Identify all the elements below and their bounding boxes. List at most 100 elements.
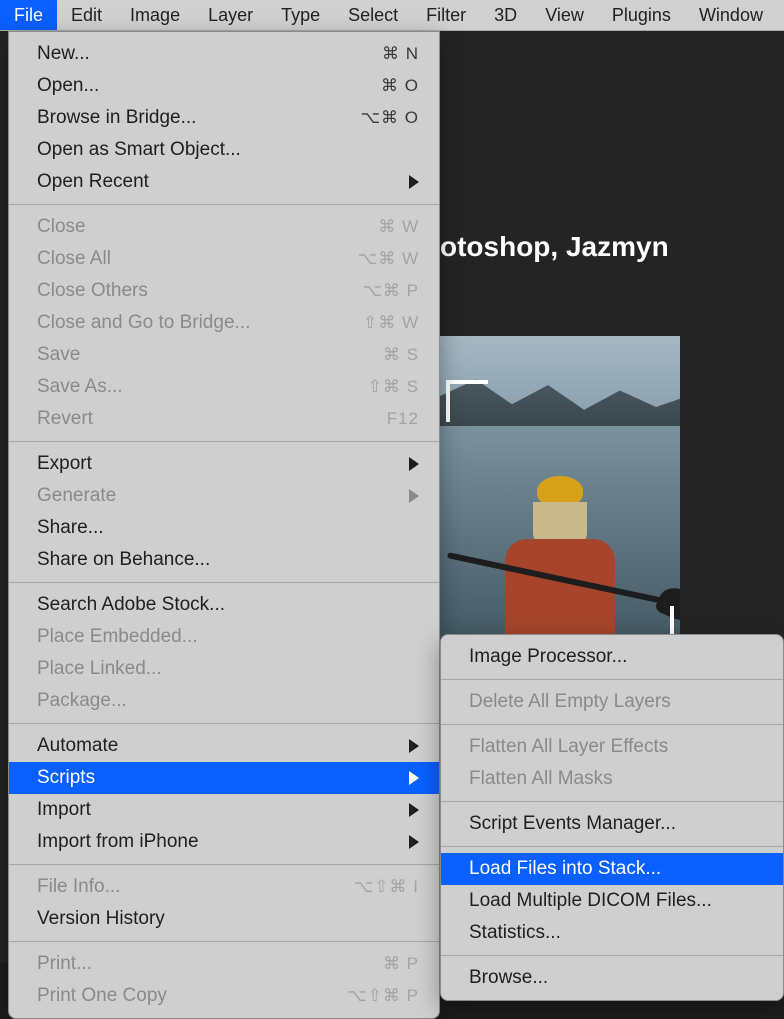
file-menu-item-import-from-iphone[interactable]: Import from iPhone	[9, 826, 439, 858]
menu-item-label: Script Events Manager...	[469, 811, 676, 837]
menu-item-label: Place Linked...	[37, 656, 162, 682]
menubar-item-image[interactable]: Image	[116, 0, 194, 30]
file-menu-item-version-history[interactable]: Version History	[9, 903, 439, 935]
scripts-menu-item-script-events-manager[interactable]: Script Events Manager...	[441, 808, 783, 840]
submenu-arrow-icon	[409, 457, 419, 471]
menu-item-shortcut: ⌥⌘ W	[358, 246, 419, 272]
menu-item-label: Search Adobe Stock...	[37, 592, 225, 618]
submenu-arrow-icon	[409, 771, 419, 785]
file-menu-item-open-recent[interactable]: Open Recent	[9, 166, 439, 198]
scripts-menu-item-separator	[441, 846, 783, 847]
menubar-item-edit[interactable]: Edit	[57, 0, 116, 30]
file-menu-item-close: Close⌘ W	[9, 211, 439, 243]
scripts-menu-item-load-multiple-dicom-files[interactable]: Load Multiple DICOM Files...	[441, 885, 783, 917]
menu-item-label: File Info...	[37, 874, 120, 900]
menu-item-label: Load Files into Stack...	[469, 856, 661, 882]
file-menu-item-separator	[9, 204, 439, 205]
crop-corner-tl-icon	[446, 380, 488, 422]
file-menu-item-revert: Revert F12	[9, 403, 439, 435]
file-menu-item-separator	[9, 723, 439, 724]
file-menu-item-place-linked: Place Linked...	[9, 653, 439, 685]
menu-item-shortcut: F12	[387, 406, 419, 432]
file-menu-item-share-on-behance[interactable]: Share on Behance...	[9, 544, 439, 576]
file-menu-item-new[interactable]: New...⌘ N	[9, 38, 439, 70]
menu-item-label: Flatten All Masks	[469, 766, 613, 792]
menu-item-label: Load Multiple DICOM Files...	[469, 888, 712, 914]
file-menu-item-print-one-copy: Print One Copy ⌥⇧⌘ P	[9, 980, 439, 1012]
menu-item-shortcut: ⌥⇧⌘ P	[347, 983, 419, 1009]
file-menu-item-export[interactable]: Export	[9, 448, 439, 480]
menu-item-label: Browse...	[469, 965, 548, 991]
scripts-menu-item-image-processor[interactable]: Image Processor...	[441, 641, 783, 673]
menu-item-label: Place Embedded...	[37, 624, 198, 650]
file-menu-item-generate: Generate	[9, 480, 439, 512]
submenu-arrow-icon	[409, 803, 419, 817]
scripts-menu-item-load-files-into-stack[interactable]: Load Files into Stack...	[441, 853, 783, 885]
menubar-item-layer[interactable]: Layer	[194, 0, 267, 30]
file-menu-item-print: Print... ⌘ P	[9, 948, 439, 980]
file-menu: New...⌘ NOpen...⌘ OBrowse in Bridge...⌥⌘…	[8, 31, 440, 1019]
menubar-item-type[interactable]: Type	[267, 0, 334, 30]
menu-item-shortcut: ⌘ P	[383, 951, 419, 977]
menu-item-label: Share...	[37, 515, 104, 541]
scripts-menu-item-statistics[interactable]: Statistics...	[441, 917, 783, 949]
menubar-item-window[interactable]: Window	[685, 0, 777, 30]
file-menu-item-open[interactable]: Open... ⌘ O	[9, 70, 439, 102]
menubar-item-select[interactable]: Select	[334, 0, 412, 30]
file-menu-item-file-info: File Info... ⌥⇧⌘ I	[9, 871, 439, 903]
menu-item-shortcut: ⌥⌘ P	[362, 278, 419, 304]
menu-item-label: Open Recent	[37, 169, 149, 195]
submenu-arrow-icon	[409, 175, 419, 189]
scripts-menu-item-separator	[441, 955, 783, 956]
file-menu-item-browse-in-bridge[interactable]: Browse in Bridge...⌥⌘ O	[9, 102, 439, 134]
menu-item-label: Save As...	[37, 374, 123, 400]
menu-item-label: Share on Behance...	[37, 547, 210, 573]
file-menu-item-open-as-smart-object[interactable]: Open as Smart Object...	[9, 134, 439, 166]
menu-item-label: Print...	[37, 951, 92, 977]
scripts-menu-item-delete-all-empty-layers: Delete All Empty Layers	[441, 686, 783, 718]
menu-item-shortcut: ⌥⇧⌘ I	[354, 874, 419, 900]
file-menu-item-save-as: Save As...⇧⌘ S	[9, 371, 439, 403]
menu-item-label: Print One Copy	[37, 983, 167, 1009]
submenu-arrow-icon	[409, 489, 419, 503]
menu-item-label: Version History	[37, 906, 165, 932]
scripts-menu-item-flatten-all-masks: Flatten All Masks	[441, 763, 783, 795]
file-menu-item-place-embedded: Place Embedded...	[9, 621, 439, 653]
file-menu-item-close-and-go-to-bridge: Close and Go to Bridge...⇧⌘ W	[9, 307, 439, 339]
recent-thumbnail[interactable]	[440, 336, 680, 666]
menu-item-label: Import	[37, 797, 91, 823]
welcome-heading: otoshop, Jazmyn	[440, 231, 669, 263]
file-menu-item-separator	[9, 582, 439, 583]
file-menu-item-close-others: Close Others ⌥⌘ P	[9, 275, 439, 307]
menubar-item-filter[interactable]: Filter	[412, 0, 480, 30]
menu-item-label: Save	[37, 342, 80, 368]
scripts-menu-item-flatten-all-layer-effects: Flatten All Layer Effects	[441, 731, 783, 763]
menu-item-shortcut: ⌘ O	[381, 73, 419, 99]
file-menu-item-scripts[interactable]: Scripts	[9, 762, 439, 794]
file-menu-item-separator	[9, 864, 439, 865]
menu-item-label: New...	[37, 41, 90, 67]
file-menu-item-close-all: Close All ⌥⌘ W	[9, 243, 439, 275]
submenu-arrow-icon	[409, 835, 419, 849]
scripts-menu-item-separator	[441, 724, 783, 725]
scripts-menu-item-separator	[441, 801, 783, 802]
menu-item-label: Open...	[37, 73, 99, 99]
menu-item-shortcut: ⌘ W	[378, 214, 419, 240]
menu-item-label: Close Others	[37, 278, 148, 304]
scripts-menu-item-browse[interactable]: Browse...	[441, 962, 783, 994]
menu-item-label: Revert	[37, 406, 93, 432]
menu-item-label: Flatten All Layer Effects	[469, 734, 668, 760]
menubar-item-plugins[interactable]: Plugins	[598, 0, 685, 30]
menubar-item-file[interactable]: File	[0, 0, 57, 30]
menu-item-label: Automate	[37, 733, 118, 759]
file-menu-item-automate[interactable]: Automate	[9, 730, 439, 762]
file-menu-item-search-adobe-stock[interactable]: Search Adobe Stock...	[9, 589, 439, 621]
menu-item-label: Close All	[37, 246, 111, 272]
menubar: FileEditImageLayerTypeSelectFilter3DView…	[0, 0, 784, 31]
menu-item-label: Scripts	[37, 765, 95, 791]
file-menu-item-share[interactable]: Share...	[9, 512, 439, 544]
menubar-item-view[interactable]: View	[531, 0, 598, 30]
menubar-item-3d[interactable]: 3D	[480, 0, 531, 30]
file-menu-item-import[interactable]: Import	[9, 794, 439, 826]
menu-item-label: Browse in Bridge...	[37, 105, 196, 131]
